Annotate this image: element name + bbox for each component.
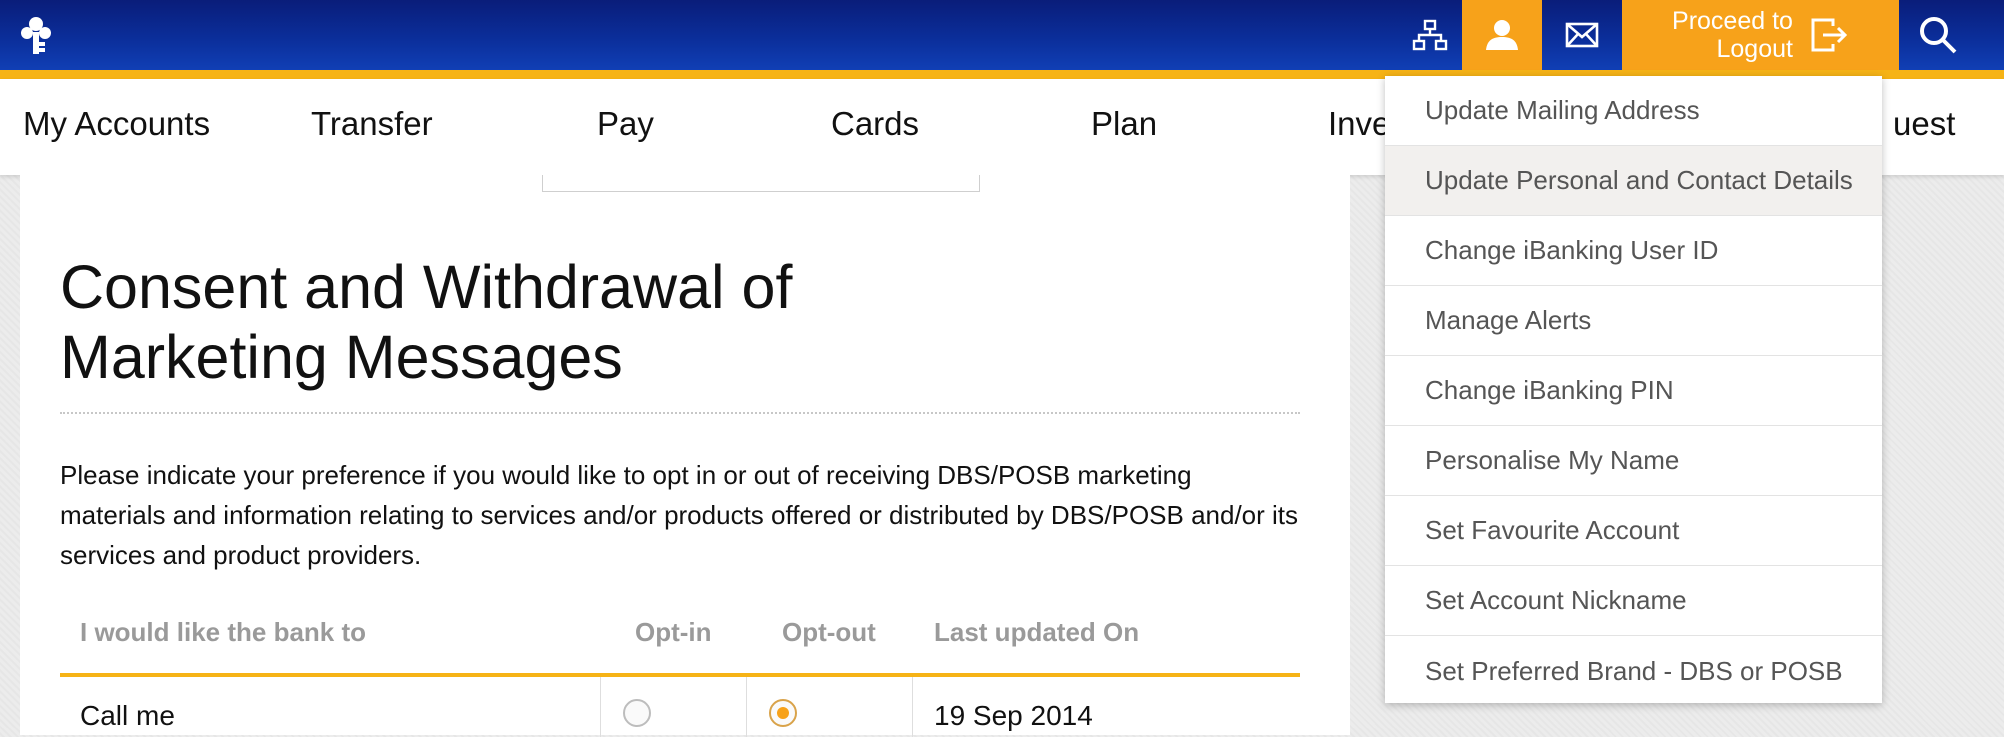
search-icon (1920, 17, 1957, 54)
column-divider (746, 677, 747, 737)
profile-button[interactable] (1462, 0, 1542, 70)
menu-item-update-mailing-address[interactable]: Update Mailing Address (1385, 76, 1882, 146)
nav-invest[interactable]: Inve (1328, 105, 1390, 143)
col-header-opt-in: Opt-in (635, 617, 712, 647)
menu-item-set-favourite-account[interactable]: Set Favourite Account (1385, 496, 1882, 566)
title-divider (60, 412, 1300, 414)
sitemap-icon (1412, 19, 1448, 51)
dbs-logo-icon[interactable] (18, 14, 54, 56)
col-header-preference: I would like the bank to (80, 617, 367, 647)
logout-label: Proceed to Logout (1672, 7, 1793, 63)
menu-item-set-account-nickname[interactable]: Set Account Nickname (1385, 566, 1882, 636)
sitemap-button[interactable] (1398, 0, 1462, 70)
top-bar: Proceed to Logout (0, 0, 2004, 70)
nav-pay[interactable]: Pay (597, 105, 654, 143)
logout-icon (1811, 18, 1848, 52)
menu-item-manage-alerts[interactable]: Manage Alerts (1385, 286, 1882, 356)
profile-icon (1486, 20, 1518, 50)
logout-label-line1: Proceed to (1672, 7, 1793, 35)
nav-plan[interactable]: Plan (1091, 105, 1157, 143)
profile-dropdown-menu: Update Mailing Address Update Personal a… (1385, 76, 1882, 703)
intro-text: Please indicate your preference if you w… (60, 460, 1299, 570)
col-header-opt-out: Opt-out (782, 617, 876, 647)
menu-item-personalise-name[interactable]: Personalise My Name (1385, 426, 1882, 496)
logout-button[interactable]: Proceed to Logout (1622, 0, 1899, 70)
row-label-call-me: Call me (80, 700, 175, 731)
nav-request[interactable]: uest (1893, 105, 1955, 143)
nav-my-accounts[interactable]: My Accounts (23, 105, 210, 143)
mail-icon (1565, 22, 1599, 48)
nav-transfer[interactable]: Transfer (311, 105, 433, 143)
menu-item-set-preferred-brand[interactable]: Set Preferred Brand - DBS or POSB (1385, 636, 1882, 706)
menu-item-change-pin[interactable]: Change iBanking PIN (1385, 356, 1882, 426)
menu-item-update-personal-contact-details[interactable]: Update Personal and Contact Details (1385, 146, 1882, 216)
search-button[interactable] (1899, 0, 1977, 70)
column-divider (600, 677, 601, 737)
table-header-rule (60, 673, 1300, 677)
row-last-updated: 19 Sep 2014 (934, 700, 1093, 731)
page-title: Consent and Withdrawal of Marketing Mess… (60, 253, 793, 391)
mail-button[interactable] (1542, 0, 1622, 70)
menu-item-change-user-id[interactable]: Change iBanking User ID (1385, 216, 1882, 286)
logout-label-line2: Logout (1716, 35, 1793, 63)
partial-box (542, 175, 980, 192)
opt-in-radio[interactable] (623, 699, 651, 727)
opt-out-radio[interactable] (769, 699, 797, 727)
column-divider (912, 677, 913, 737)
nav-cards[interactable]: Cards (831, 105, 919, 143)
col-header-last-updated: Last updated On (934, 617, 1140, 647)
